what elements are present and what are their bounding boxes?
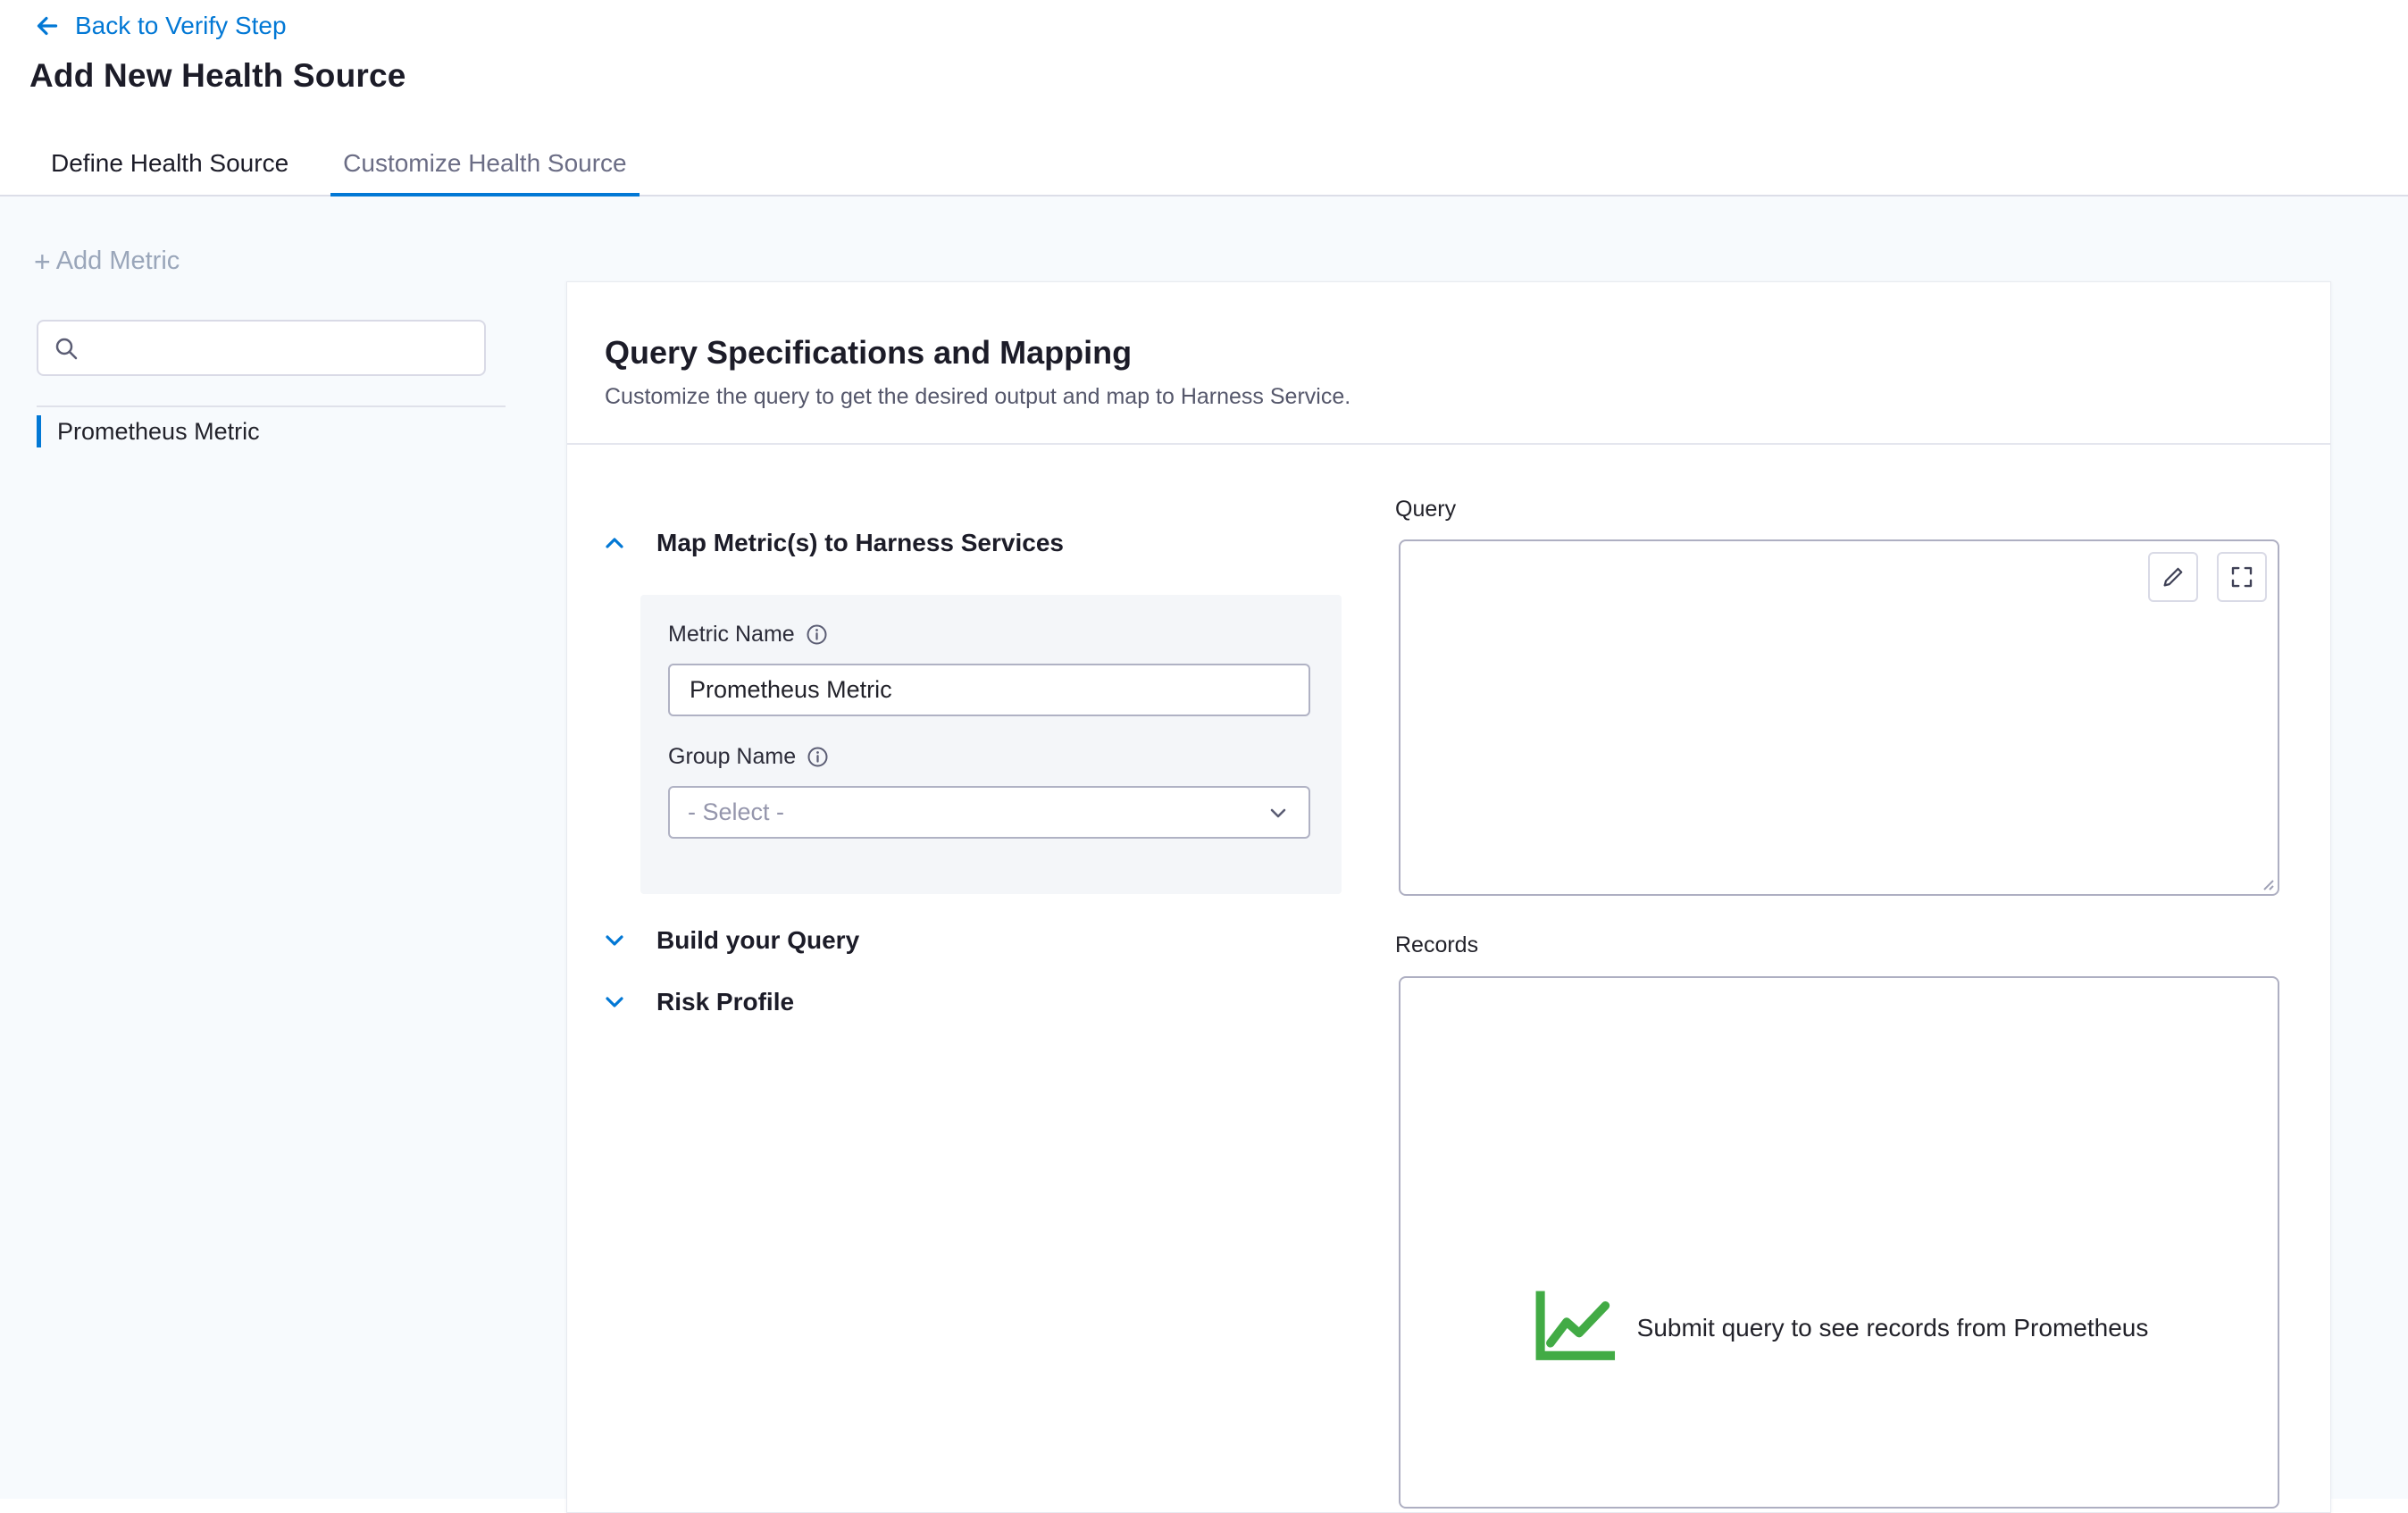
add-metric-button[interactable]: + Add Metric (34, 247, 180, 276)
resize-handle[interactable] (2257, 874, 2275, 891)
back-link[interactable]: Back to Verify Step (32, 11, 287, 41)
content-area: + Add Metric Prometheus Metric Query Spe… (0, 196, 2408, 1513)
info-icon (806, 623, 828, 646)
line-chart-icon (1530, 1291, 1616, 1366)
expand-query-button[interactable] (2217, 552, 2267, 602)
metric-name-label-text: Metric Name (668, 622, 795, 648)
panel-header: Query Specifications and Mapping Customi… (567, 282, 2330, 445)
group-name-label-text: Group Name (668, 744, 796, 770)
plus-icon: + (34, 247, 51, 276)
info-icon (807, 746, 829, 768)
query-textarea[interactable] (1400, 541, 2278, 894)
group-name-placeholder: - Select - (688, 798, 784, 826)
selected-indicator (37, 415, 41, 447)
edit-query-button[interactable] (2148, 552, 2198, 602)
query-specifications-panel: Query Specifications and Mapping Customi… (566, 281, 2331, 1513)
group-name-label: Group Name (668, 744, 829, 770)
section-risk-profile-toggle[interactable]: Risk Profile (601, 982, 794, 1022)
chevron-up-icon (601, 530, 628, 556)
records-label: Records (1395, 932, 1478, 958)
metric-list-item[interactable]: Prometheus Metric (37, 412, 260, 451)
arrow-left-icon (32, 11, 63, 41)
chevron-down-icon (601, 927, 628, 954)
panel-subtitle: Customize the query to get the desired o… (605, 384, 2330, 410)
back-link-label: Back to Verify Step (75, 12, 287, 40)
tab-define-health-source[interactable]: Define Health Source (38, 132, 301, 195)
expand-icon (2228, 564, 2255, 590)
metric-item-label: Prometheus Metric (57, 418, 260, 446)
page-header: Back to Verify Step Add New Health Sourc… (0, 0, 2408, 132)
chevron-down-icon (1266, 800, 1291, 825)
records-panel: Submit query to see records from Prometh… (1399, 976, 2279, 1509)
group-name-select[interactable]: - Select - (668, 786, 1310, 839)
metric-name-input[interactable] (668, 664, 1310, 716)
search-input[interactable] (90, 334, 470, 362)
query-label: Query (1395, 497, 1456, 522)
records-empty-text: Submit query to see records from Prometh… (1637, 1314, 2149, 1342)
panel-title: Query Specifications and Mapping (605, 334, 2330, 372)
page-title: Add New Health Source (29, 57, 406, 95)
sidebar-divider (37, 405, 506, 407)
section-build-query-toggle[interactable]: Build your Query (601, 921, 859, 960)
metric-mapping-form: Metric Name Group Name (640, 595, 1342, 894)
section-map-metrics-toggle[interactable]: Map Metric(s) to Harness Services (601, 523, 1064, 563)
query-editor (1399, 539, 2279, 896)
records-empty-state: Submit query to see records from Prometh… (1400, 1291, 2278, 1366)
pencil-icon (2160, 564, 2186, 590)
tab-customize-health-source[interactable]: Customize Health Source (330, 132, 639, 195)
add-metric-label: Add Metric (56, 247, 180, 276)
search-icon (53, 335, 79, 362)
section-label: Map Metric(s) to Harness Services (656, 529, 1064, 557)
metric-search (37, 320, 486, 376)
section-label: Risk Profile (656, 988, 794, 1016)
metric-name-label: Metric Name (668, 622, 828, 648)
chevron-down-icon (601, 989, 628, 1016)
tab-bar: Define Health Source Customize Health So… (0, 132, 2408, 196)
section-label: Build your Query (656, 926, 859, 955)
